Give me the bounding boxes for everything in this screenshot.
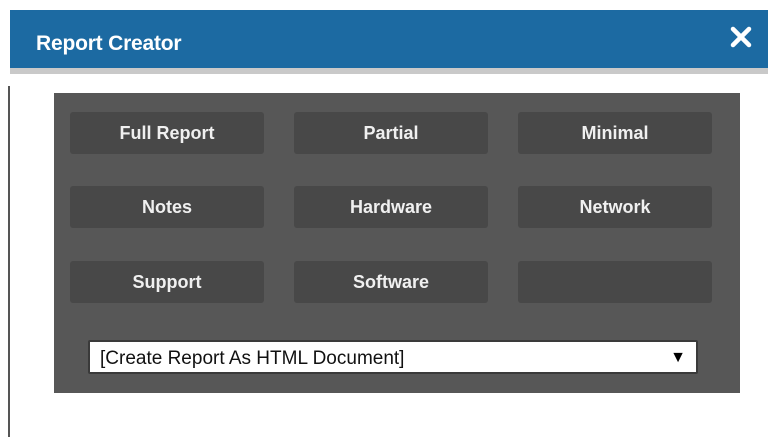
report-format-selected: [Create Report As HTML Document] (100, 348, 405, 369)
notes-button[interactable]: Notes (70, 186, 264, 228)
network-button[interactable]: Network (518, 186, 712, 228)
empty-button[interactable] (518, 261, 712, 303)
close-icon[interactable] (728, 24, 754, 50)
report-options-panel: Full Report Partial Minimal Notes Hardwa… (54, 93, 740, 393)
software-button[interactable]: Software (294, 261, 488, 303)
minimal-button[interactable]: Minimal (518, 112, 712, 154)
dialog-title: Report Creator (36, 32, 182, 55)
full-report-button[interactable]: Full Report (70, 112, 264, 154)
dropdown-arrow-icon: ▼ (670, 349, 686, 366)
hardware-button[interactable]: Hardware (294, 186, 488, 228)
report-format-select[interactable]: [Create Report As HTML Document] ▼ (88, 340, 698, 374)
dialog-titlebar: Report Creator (10, 10, 768, 74)
support-button[interactable]: Support (70, 261, 264, 303)
partial-button[interactable]: Partial (294, 112, 488, 154)
